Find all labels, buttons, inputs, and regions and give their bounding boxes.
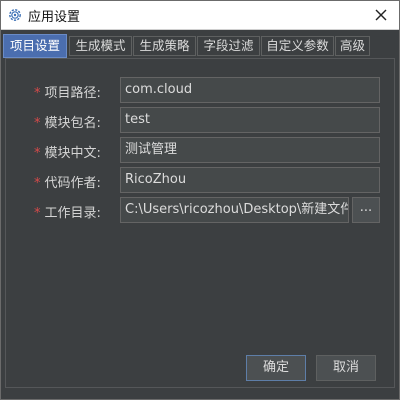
tab-generation-mode[interactable]: 生成模式 bbox=[69, 36, 132, 56]
tab-field-filter[interactable]: 字段过滤 bbox=[197, 36, 260, 56]
required-mark: * bbox=[34, 146, 41, 161]
close-icon bbox=[375, 9, 387, 21]
browse-directory-button[interactable]: ... bbox=[352, 197, 380, 223]
code-author-label: * 代码作者: bbox=[34, 176, 101, 191]
window-title: 应用设置 bbox=[28, 10, 81, 25]
tab-advanced[interactable]: 高级 bbox=[335, 36, 370, 56]
required-mark: * bbox=[34, 86, 41, 101]
required-mark: * bbox=[34, 206, 41, 221]
module-package-input[interactable]: test bbox=[120, 107, 380, 133]
ok-button[interactable]: 确定 bbox=[246, 355, 306, 381]
gear-icon bbox=[7, 7, 23, 23]
required-mark: * bbox=[34, 176, 41, 191]
module-chinese-name-label: * 模块中文: bbox=[34, 146, 101, 161]
tab-bar: 项目设置 生成模式 生成策略 字段过滤 自定义参数 高级 bbox=[3, 34, 399, 58]
tab-generation-strategy[interactable]: 生成策略 bbox=[133, 36, 196, 56]
work-directory-label: * 工作目录: bbox=[34, 206, 101, 221]
module-package-label: * 模块包名: bbox=[34, 116, 101, 131]
tab-custom-params[interactable]: 自定义参数 bbox=[261, 36, 334, 56]
work-directory-input[interactable]: C:\Users\ricozhou\Desktop\新建文件夹 bbox=[120, 197, 349, 223]
module-chinese-name-input[interactable]: 测试管理 bbox=[120, 137, 380, 163]
cancel-button[interactable]: 取消 bbox=[316, 355, 376, 381]
project-path-input[interactable]: com.cloud bbox=[120, 77, 380, 103]
tab-panel-project-settings: * 项目路径: com.cloud * 模块包名: test * 模块中文: 测试管理… bbox=[5, 58, 395, 388]
required-mark: * bbox=[34, 116, 41, 131]
settings-dialog: 应用设置 项目设置 生成模式 生成策略 字段过滤 自定义参数 高级 * 项目路径:… bbox=[0, 0, 400, 400]
close-button[interactable] bbox=[369, 3, 393, 27]
title-bar: 应用设置 bbox=[1, 1, 399, 30]
code-author-input[interactable]: RicoZhou bbox=[120, 167, 380, 193]
project-path-label: * 项目路径: bbox=[34, 86, 101, 101]
tab-project-settings[interactable]: 项目设置 bbox=[3, 34, 67, 58]
